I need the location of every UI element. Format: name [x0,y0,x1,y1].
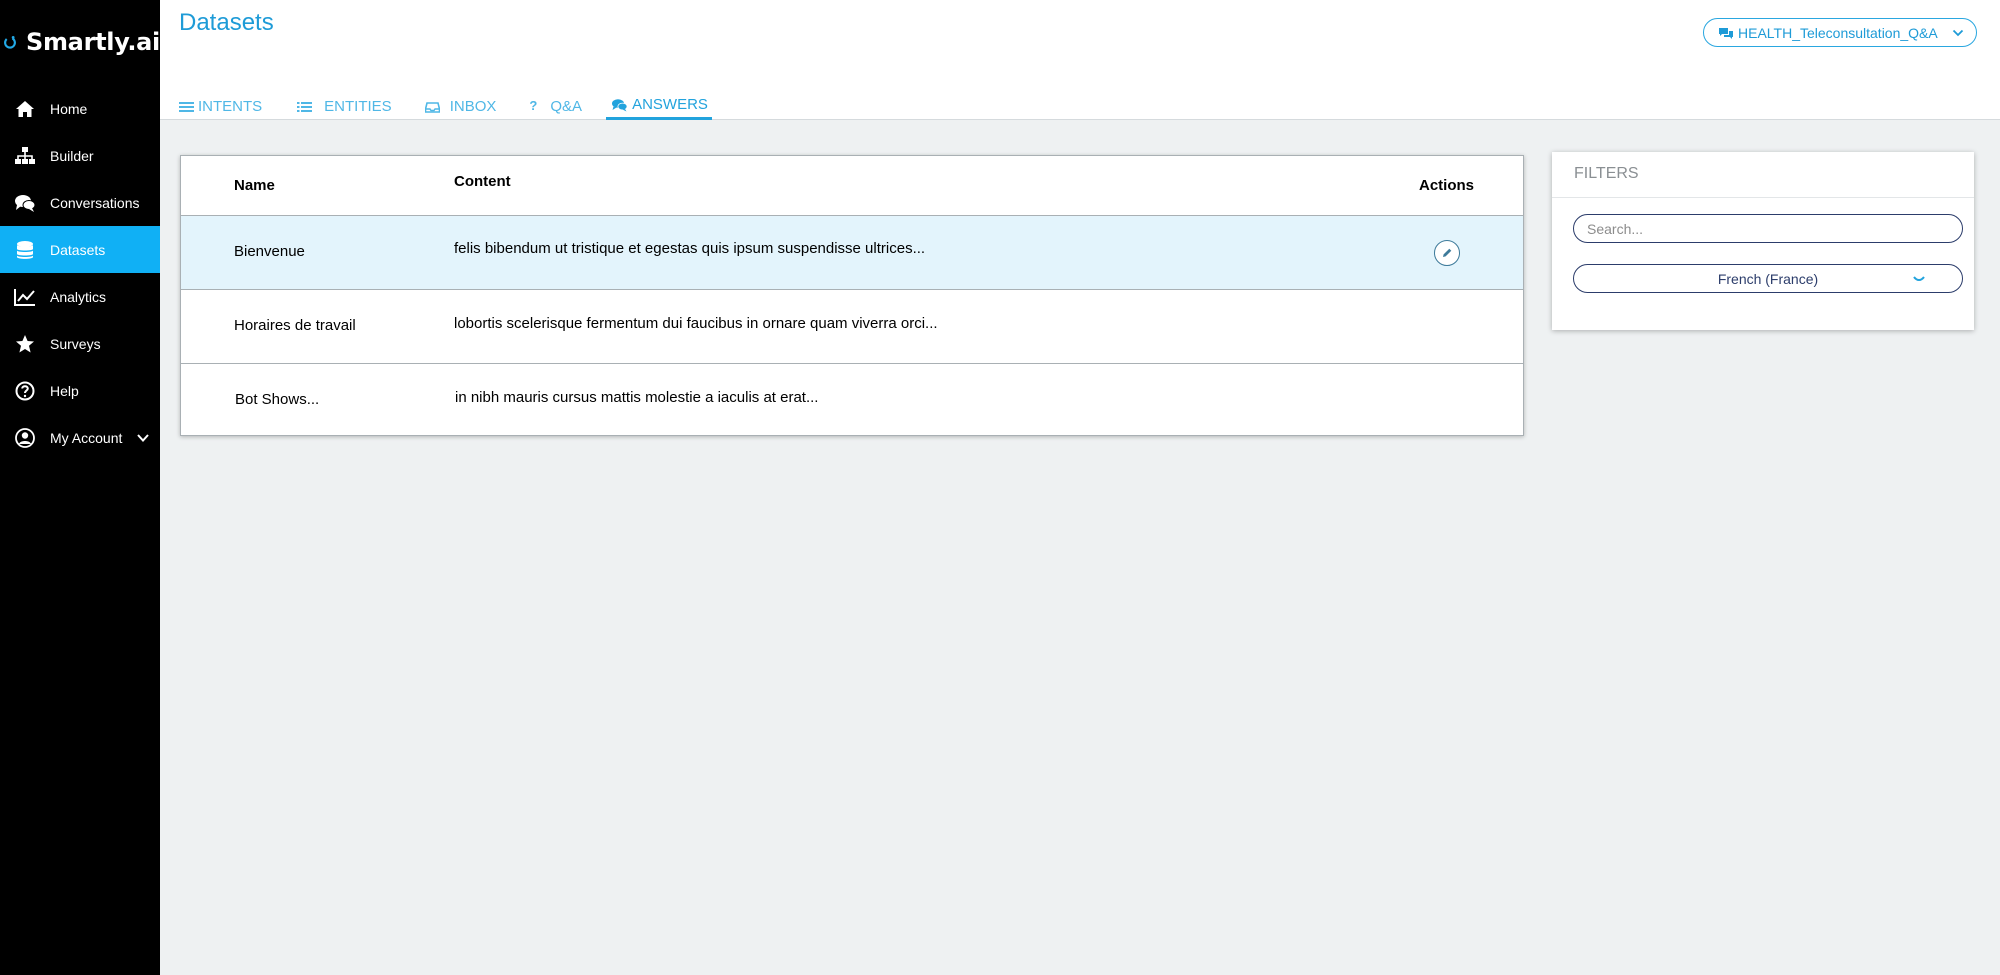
chat-bubbles-icon [14,193,36,213]
tab-entities[interactable]: ENTITIES [297,92,392,120]
answers-table: Name Content Actions Bienvenue felis bib… [180,155,1524,436]
filters-title: FILTERS [1552,152,1974,198]
project-selector[interactable]: HEALTH_Teleconsultation_Q&A [1703,18,1977,47]
row-content: lobortis scelerisque fermentum dui fauci… [454,315,938,332]
row-content: in nibh mauris cursus mattis molestie a … [455,389,819,406]
row-content: felis bibendum ut tristique et egestas q… [454,240,926,257]
comments-icon [1719,27,1733,39]
language-select[interactable]: French (France) [1573,264,1963,293]
project-selector-label: HEALTH_Teleconsultation_Q&A [1738,24,1938,41]
sidebar-item-label: Help [50,382,79,399]
search-input[interactable] [1573,214,1963,243]
sidebar-item-my-account[interactable]: My Account [0,414,160,461]
smartly-logo-icon [4,36,16,49]
sidebar-item-label: Datasets [50,241,106,258]
column-header-content[interactable]: Content [454,173,511,190]
tab-label: INBOX [449,98,497,115]
comments-icon [612,99,628,112]
page-header: Datasets HEALTH_Teleconsultation_Q&A INT… [160,0,2000,120]
row-name: Bot Shows... [235,391,320,408]
tab-inbox[interactable]: INBOX [424,92,497,120]
line-chart-icon [14,287,36,307]
sidebar: Smartly.ai Home Builder Conversations Da… [0,0,160,975]
sidebar-item-label: My Account [50,429,123,446]
dataset-tabs: INTENTS ENTITIES INBOX ? Q&A ANSWERS [179,92,712,120]
tab-qa[interactable]: ? Q&A [529,92,582,120]
table-header: Name Content Actions [181,156,1523,216]
brand-name: Smartly.ai [25,28,160,56]
brand-logo[interactable]: Smartly.ai [3,20,160,64]
table-row[interactable]: Bot Shows... in nibh mauris cursus matti… [181,364,1523,436]
column-header-actions: Actions [1419,177,1475,194]
column-header-name[interactable]: Name [234,177,275,194]
main-content: Datasets HEALTH_Teleconsultation_Q&A INT… [160,0,2000,975]
tab-label: Q&A [550,98,583,115]
sidebar-item-label: Home [50,100,88,117]
sidebar-item-builder[interactable]: Builder [0,132,160,179]
table-row[interactable]: Bienvenue felis bibendum ut tristique et… [181,216,1523,290]
sidebar-item-label: Surveys [50,335,101,352]
home-icon [14,99,36,119]
sidebar-item-label: Analytics [50,288,107,305]
edit-answer-button[interactable] [1434,240,1460,266]
tab-label: ANSWERS [632,96,708,113]
tab-answers[interactable]: ANSWERS [606,92,712,120]
sidebar-item-label: Builder [50,147,94,164]
row-name: Horaires de travail [234,317,356,334]
sidebar-item-label: Conversations [50,194,140,211]
database-icon [14,240,36,260]
sitemap-icon [14,146,36,166]
tab-label: INTENTS [198,98,263,115]
sidebar-item-help[interactable]: Help [0,367,160,414]
tab-label: ENTITIES [324,98,392,115]
user-circle-icon [14,427,36,448]
list-icon [179,102,194,112]
filters-panel: FILTERS French (France) [1552,152,1974,330]
language-select-value: French (France) [1717,270,1819,287]
star-icon [14,334,36,354]
sidebar-item-surveys[interactable]: Surveys [0,320,160,367]
sidebar-item-conversations[interactable]: Conversations [0,179,160,226]
chevron-down-icon [1952,29,1964,37]
bulleted-list-icon [297,102,313,112]
inbox-icon [424,102,440,113]
sidebar-nav: Home Builder Conversations Datasets Anal… [0,85,160,461]
question-circle-icon [14,381,36,401]
pencil-icon [1443,248,1452,257]
page-title: Datasets [179,9,274,36]
tab-intents[interactable]: INTENTS [179,92,262,120]
chevron-down-icon [1913,276,1925,281]
sidebar-item-home[interactable]: Home [0,85,160,132]
chevron-down-icon[interactable] [136,431,150,445]
row-name: Bienvenue [234,243,305,260]
sidebar-item-analytics[interactable]: Analytics [0,273,160,320]
table-row[interactable]: Horaires de travail lobortis scelerisque… [181,290,1523,364]
question-icon: ? [529,98,538,113]
sidebar-item-datasets[interactable]: Datasets [0,226,160,273]
